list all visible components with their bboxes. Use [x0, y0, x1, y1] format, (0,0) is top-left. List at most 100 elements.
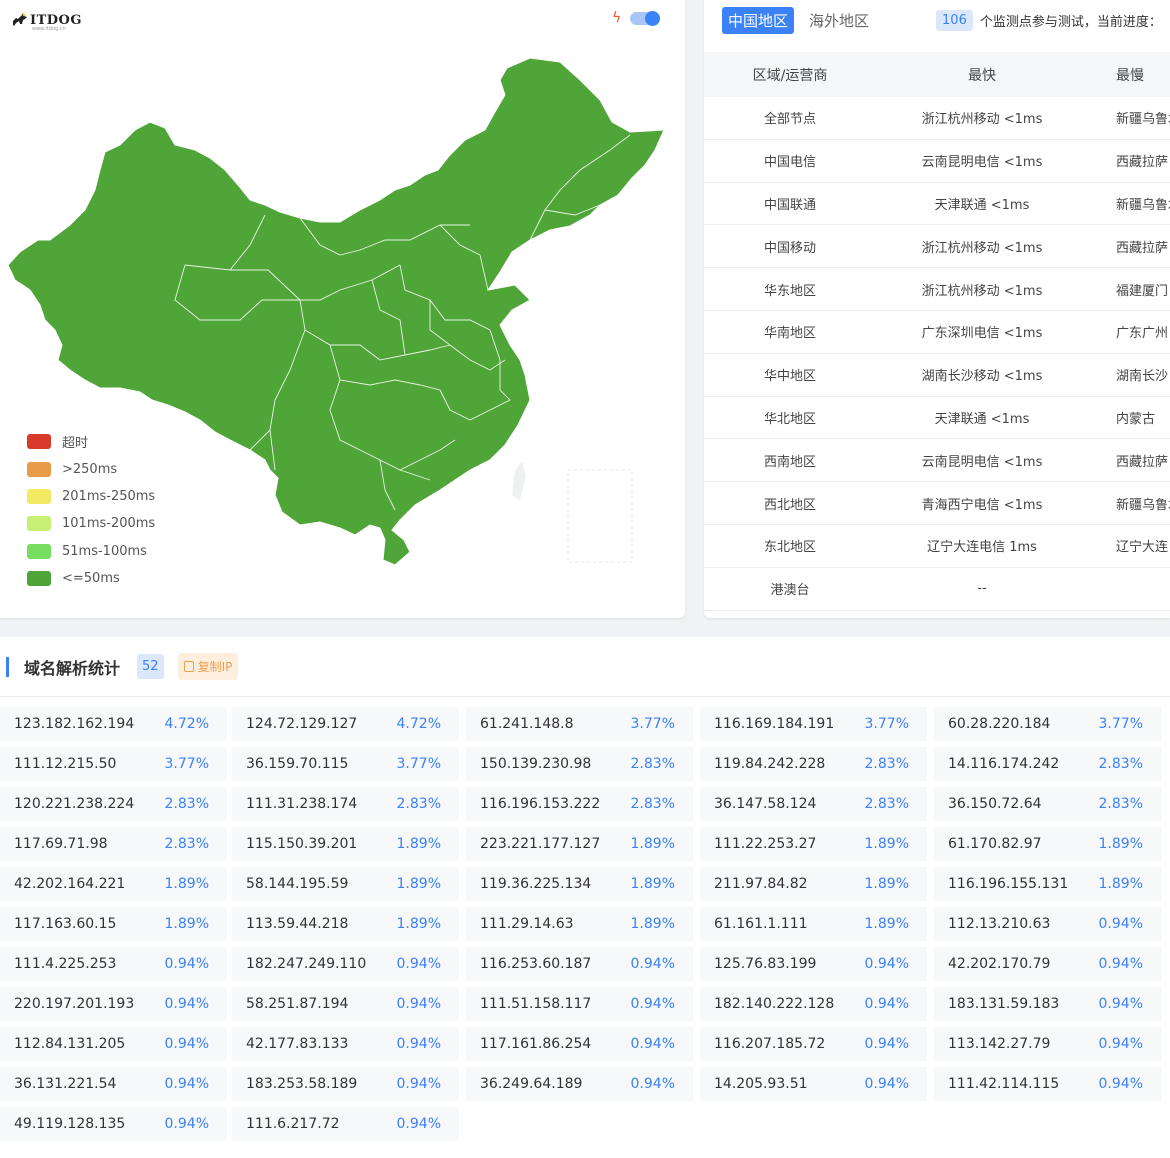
ip-item[interactable]: 58.144.195.59 1.89% [232, 867, 459, 901]
ip-item[interactable]: 111.31.238.174 2.83% [232, 787, 459, 821]
ip-address: 116.207.185.72 [714, 1036, 826, 1052]
lightning-icon[interactable]: ϟ [612, 10, 621, 26]
ip-item[interactable]: 42.177.83.133 0.94% [232, 1027, 459, 1061]
ip-item[interactable]: 42.202.164.221 1.89% [0, 867, 227, 901]
ip-item[interactable]: 182.140.222.128 0.94% [700, 987, 927, 1021]
ip-item[interactable]: 61.161.1.111 1.89% [700, 907, 927, 941]
ip-item[interactable]: 36.147.58.124 2.83% [700, 787, 927, 821]
ip-item[interactable]: 117.69.71.98 2.83% [0, 827, 227, 861]
ip-percentage: 2.83% [164, 836, 209, 852]
ip-address: 112.13.210.63 [948, 916, 1051, 932]
fastest-cell: 青海西宁电信 <1ms [921, 497, 1043, 513]
ip-item[interactable]: 125.76.83.199 0.94% [700, 947, 927, 981]
ip-item[interactable]: 223.221.177.127 1.89% [466, 827, 693, 861]
ip-item[interactable]: 60.28.220.184 3.77% [934, 707, 1161, 741]
ip-address: 113.142.27.79 [948, 1036, 1051, 1052]
ip-item[interactable]: 113.59.44.218 1.89% [232, 907, 459, 941]
ip-item[interactable]: 111.22.253.27 1.89% [700, 827, 927, 861]
auto-refresh-toggle[interactable] [630, 11, 660, 26]
ip-item[interactable]: 61.241.148.8 3.77% [466, 707, 693, 741]
ip-percentage: 0.94% [396, 1076, 441, 1092]
ip-item[interactable]: 36.131.221.54 0.94% [0, 1067, 227, 1101]
ip-item[interactable]: 117.161.86.254 0.94% [466, 1027, 693, 1061]
ip-address: 116.169.184.191 [714, 716, 835, 732]
ip-item[interactable]: 36.249.64.189 0.94% [466, 1067, 693, 1101]
ip-percentage: 3.77% [864, 716, 909, 732]
ip-item[interactable]: 111.6.217.72 0.94% [232, 1107, 459, 1141]
ip-item[interactable]: 111.42.114.115 0.94% [934, 1067, 1161, 1101]
ip-item[interactable]: 116.196.153.222 2.83% [466, 787, 693, 821]
ip-percentage: 0.94% [1098, 916, 1143, 932]
ip-item[interactable]: 111.29.14.63 1.89% [466, 907, 693, 941]
ip-percentage: 0.94% [164, 996, 209, 1012]
ip-address: 42.177.83.133 [246, 1036, 349, 1052]
ip-address: 49.119.128.135 [14, 1116, 126, 1132]
region-cell: 西南地区 [763, 454, 816, 470]
ip-address: 116.253.60.187 [480, 956, 592, 972]
fastest-cell: 辽宁大连电信 1ms [927, 540, 1037, 556]
ip-address: 120.221.238.224 [14, 796, 135, 812]
slowest-cell: 辽宁大连 [1116, 540, 1169, 556]
ip-item[interactable]: 14.116.174.242 2.83% [934, 747, 1161, 781]
ip-item[interactable]: 111.51.158.117 0.94% [466, 987, 693, 1021]
legend-swatch [27, 543, 51, 559]
ip-item[interactable]: 150.139.230.98 2.83% [466, 747, 693, 781]
ip-item[interactable]: 183.253.58.189 0.94% [232, 1067, 459, 1101]
ip-address: 115.150.39.201 [246, 836, 358, 852]
slowest-cell: 内蒙古 [1116, 411, 1156, 427]
ip-item[interactable]: 116.169.184.191 3.77% [700, 707, 927, 741]
ip-item[interactable]: 112.13.210.63 0.94% [934, 907, 1161, 941]
region-cell: 全部节点 [763, 112, 816, 128]
ip-item[interactable]: 42.202.170.79 0.94% [934, 947, 1161, 981]
ip-percentage: 0.94% [164, 1116, 209, 1132]
ip-item[interactable]: 124.72.129.127 4.72% [232, 707, 459, 741]
ip-item[interactable]: 183.131.59.183 0.94% [934, 987, 1161, 1021]
ip-item[interactable]: 111.12.215.50 3.77% [0, 747, 227, 781]
ip-item[interactable]: 14.205.93.51 0.94% [700, 1067, 927, 1101]
ip-item[interactable]: 182.247.249.110 0.94% [232, 947, 459, 981]
legend-swatch [27, 488, 51, 504]
table-body: 全部节点浙江杭州移动 <1ms新疆乌鲁木齐中国电信云南昆明电信 <1ms西藏拉萨… [704, 97, 1170, 611]
dog-logo-icon [13, 13, 27, 26]
ip-address: 61.170.82.97 [948, 836, 1042, 852]
ip-item[interactable]: 58.251.87.194 0.94% [232, 987, 459, 1021]
ip-address: 111.31.238.174 [246, 796, 358, 812]
ip-address: 60.28.220.184 [948, 716, 1051, 732]
ip-item[interactable]: 123.182.162.194 4.72% [0, 707, 227, 741]
ip-item[interactable]: 36.150.72.64 2.83% [934, 787, 1161, 821]
ip-item[interactable]: 36.159.70.115 3.77% [232, 747, 459, 781]
tab-overseas[interactable]: 海外地区 [809, 10, 869, 31]
ip-percentage: 1.89% [864, 836, 909, 852]
ip-address: 223.221.177.127 [480, 836, 601, 852]
ip-percentage: 3.77% [396, 756, 441, 772]
ip-item[interactable]: 211.97.84.82 1.89% [700, 867, 927, 901]
slowest-cell: 西藏拉萨 [1116, 155, 1169, 171]
ip-address: 111.22.253.27 [714, 836, 817, 852]
ip-percentage: 0.94% [864, 956, 909, 972]
fastest-cell: 浙江杭州移动 <1ms [921, 240, 1043, 256]
ip-item[interactable]: 116.196.155.131 1.89% [934, 867, 1161, 901]
region-cell: 华北地区 [763, 411, 816, 427]
ip-item[interactable]: 61.170.82.97 1.89% [934, 827, 1161, 861]
ip-item[interactable]: 119.84.242.228 2.83% [700, 747, 927, 781]
ip-address: 119.84.242.228 [714, 756, 826, 772]
ip-item[interactable]: 220.197.201.193 0.94% [0, 987, 227, 1021]
tab-china[interactable]: 中国地区 [722, 6, 795, 34]
legend-item: 201ms-250ms [27, 483, 155, 510]
ip-item[interactable]: 117.163.60.15 1.89% [0, 907, 227, 941]
ip-item[interactable]: 116.253.60.187 0.94% [466, 947, 693, 981]
ip-item[interactable]: 49.119.128.135 0.94% [0, 1107, 227, 1141]
ip-item[interactable]: 112.84.131.205 0.94% [0, 1027, 227, 1061]
fastest-cell: 云南昆明电信 <1ms [921, 454, 1043, 470]
ip-item[interactable]: 116.207.185.72 0.94% [700, 1027, 927, 1061]
ip-percentage: 0.94% [630, 996, 675, 1012]
ip-item[interactable]: 115.150.39.201 1.89% [232, 827, 459, 861]
ip-address: 42.202.170.79 [948, 956, 1051, 972]
copy-ip-button[interactable]: 复制IP [177, 653, 239, 680]
ip-percentage: 2.83% [1098, 756, 1143, 772]
ip-item[interactable]: 113.142.27.79 0.94% [934, 1027, 1161, 1061]
ip-item[interactable]: 120.221.238.224 2.83% [0, 787, 227, 821]
ip-item[interactable]: 111.4.225.253 0.94% [0, 947, 227, 981]
ip-item[interactable]: 119.36.225.134 1.89% [466, 867, 693, 901]
legend-swatch [27, 571, 51, 587]
